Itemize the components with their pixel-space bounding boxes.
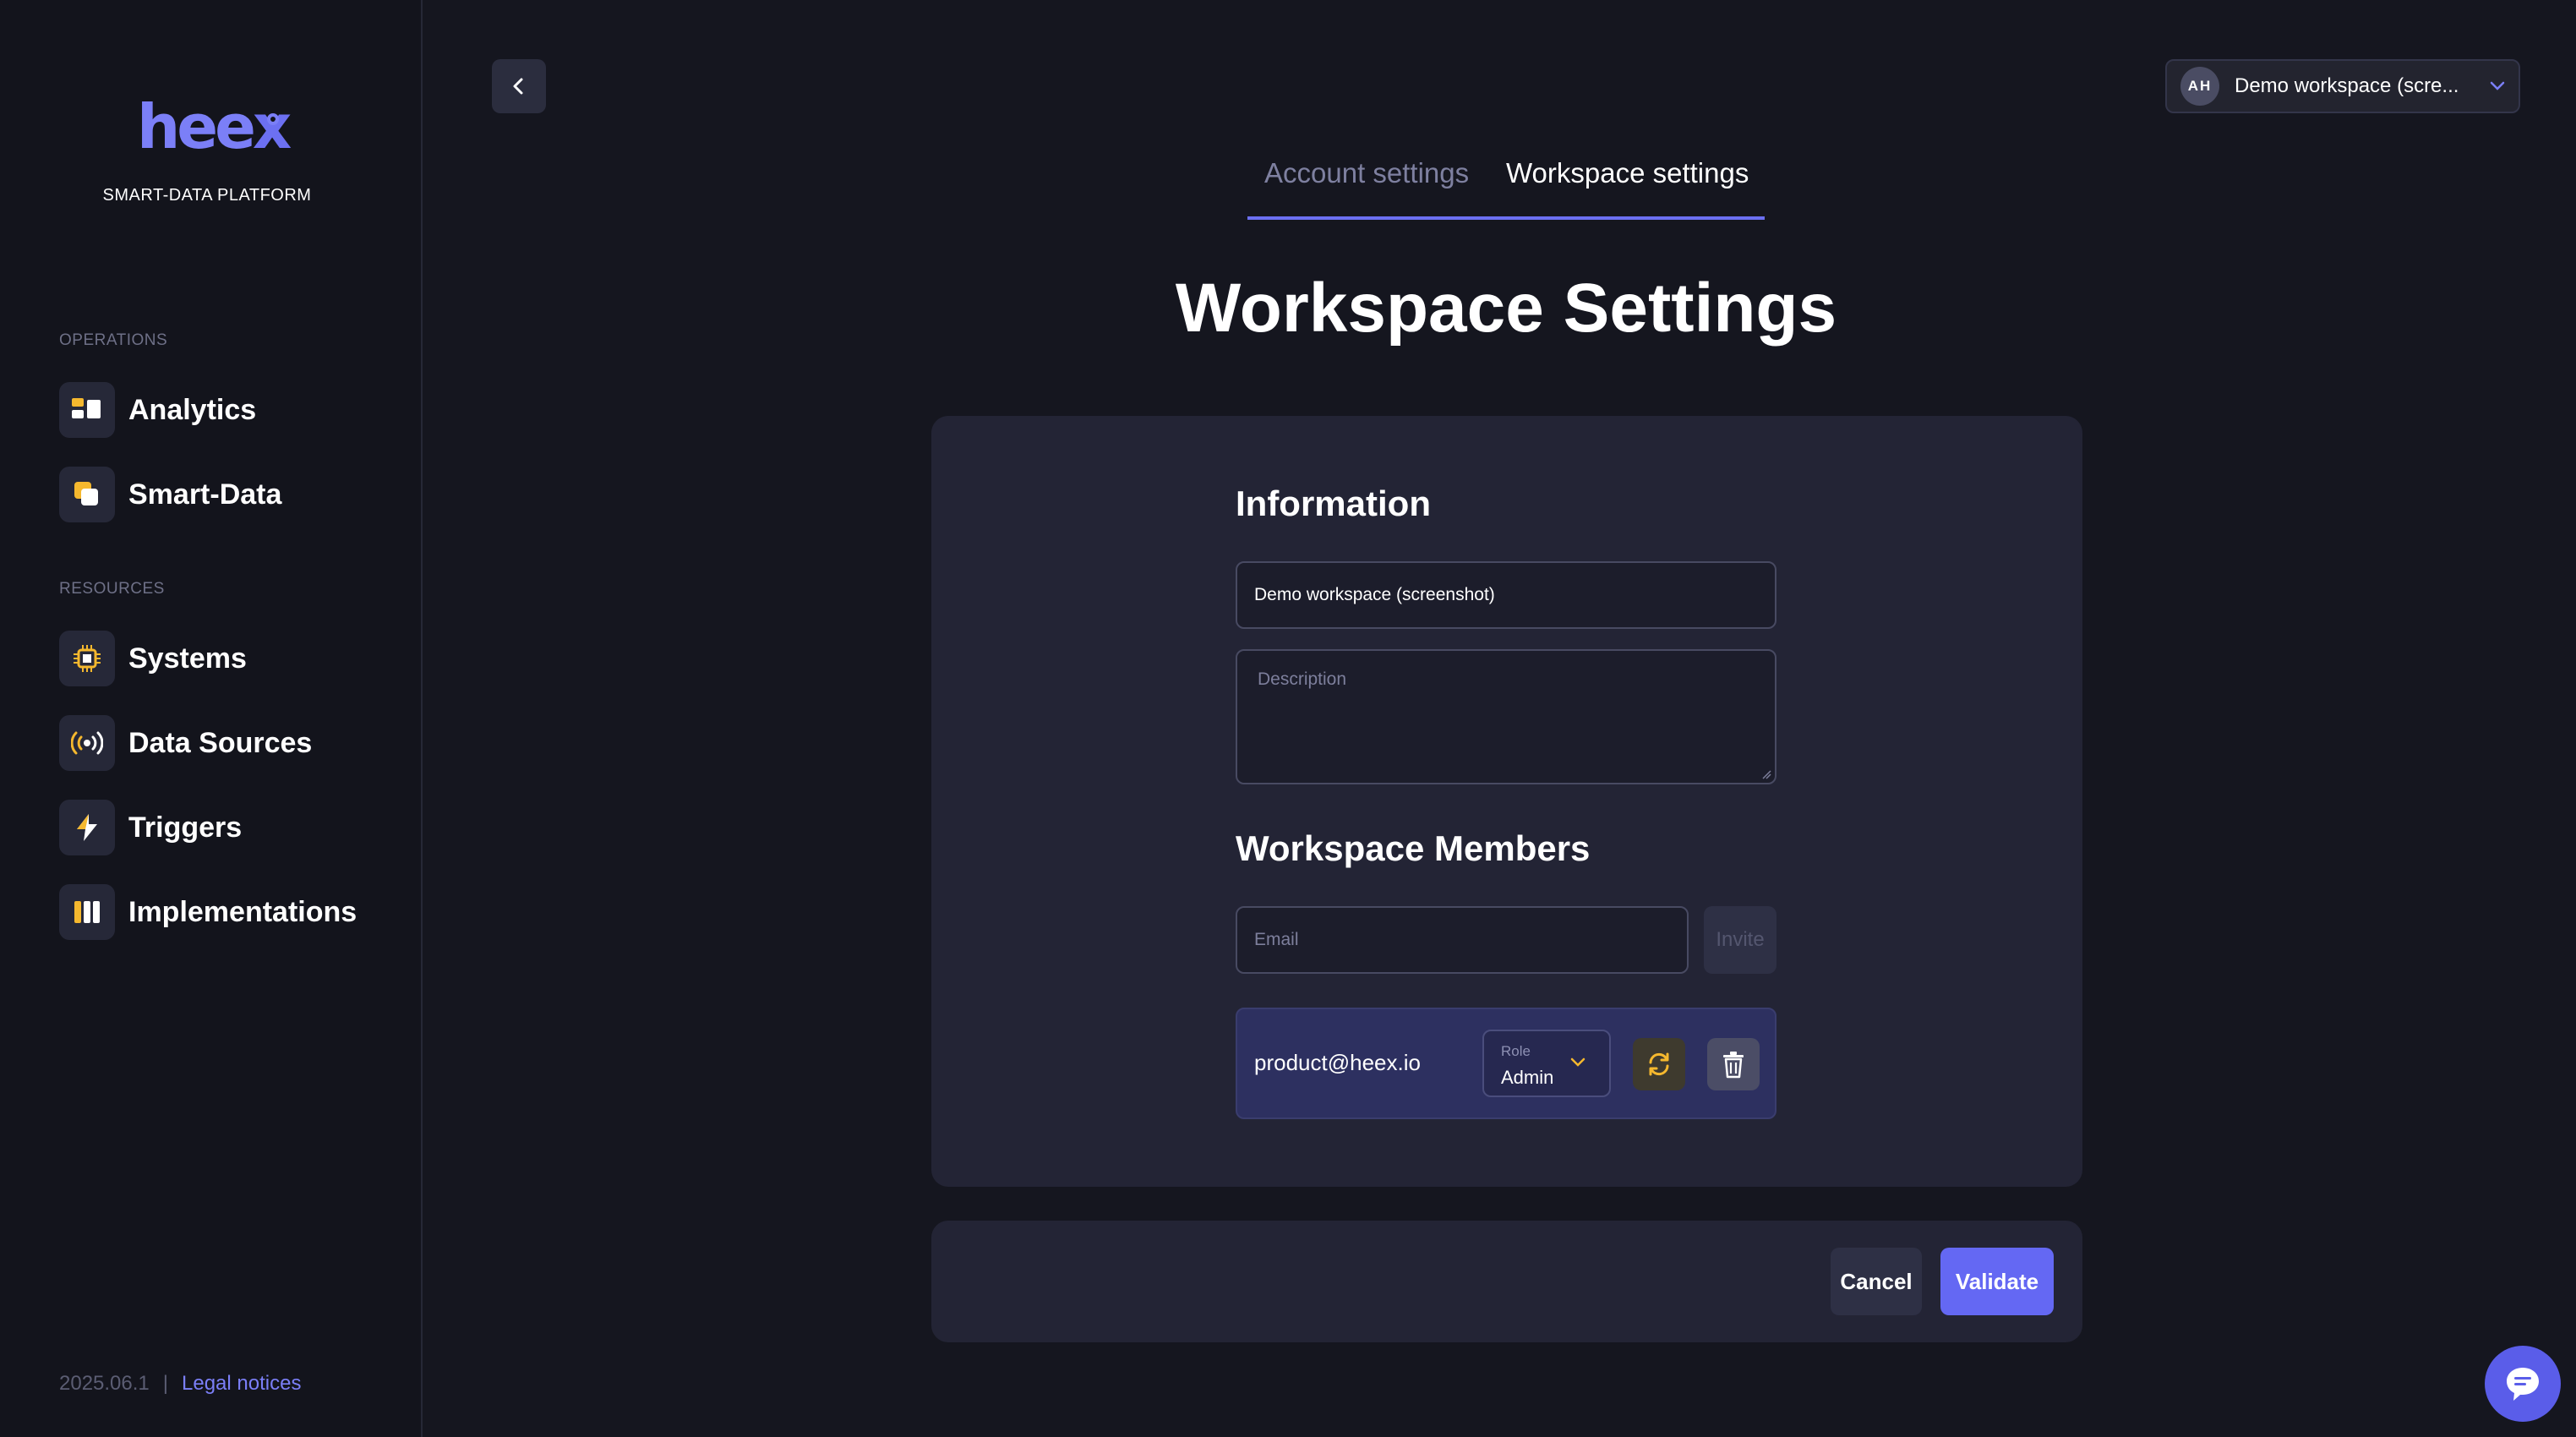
role-select[interactable]: Role Admin [1482, 1030, 1611, 1097]
workspace-settings-card: Information Demo workspace (screenshot) … [931, 416, 2082, 1187]
validate-button[interactable]: Validate [1940, 1248, 2054, 1315]
chevron-down-icon [2490, 81, 2505, 90]
settings-tabs: Account settings Workspace settings [1247, 157, 1765, 220]
member-row: product@heex.io Role Admin [1236, 1008, 1776, 1119]
sidebar-item-smart-data[interactable]: Smart-Data [59, 467, 281, 522]
tab-account-settings[interactable]: Account settings [1264, 157, 1469, 189]
sidebar-item-label: Analytics [128, 393, 257, 426]
workspace-members-title: Workspace Members [1236, 828, 1591, 868]
workspace-name-value: Demo workspace (screenshot) [1254, 585, 1495, 604]
information-title: Information [1236, 484, 1431, 523]
resize-grip-icon[interactable] [1761, 769, 1771, 779]
page-title: Workspace Settings [1175, 270, 1837, 347]
action-bar: Cancel Validate [931, 1221, 2082, 1342]
logo-dot [267, 113, 279, 125]
sidebar-item-label: Data Sources [128, 726, 313, 759]
sidebar-item-systems[interactable]: Systems [59, 631, 247, 686]
cancel-button[interactable]: Cancel [1831, 1248, 1922, 1315]
refresh-member-button[interactable] [1633, 1038, 1685, 1090]
smart-data-icon [59, 467, 115, 522]
chip-icon [59, 631, 115, 686]
trash-icon [1723, 1052, 1744, 1079]
footer-separator: | [162, 1372, 169, 1395]
member-email: product@heex.io [1254, 1050, 1421, 1075]
invite-button[interactable]: Invite [1704, 906, 1776, 974]
delete-member-button[interactable] [1707, 1038, 1760, 1090]
workspace-select-value: Demo workspace (scre... [2235, 74, 2459, 97]
support-chat-button[interactable] [2485, 1346, 2561, 1422]
refresh-icon [1649, 1052, 1669, 1076]
sidebar-item-label: Implementations [128, 895, 357, 928]
app-version: 2025.06.1 [59, 1372, 150, 1395]
platform-tagline: SMART-DATA PLATFORM [102, 186, 312, 205]
sidebar-item-label: Smart-Data [128, 478, 282, 511]
workspace-select[interactable]: AH Demo workspace (scre... [2165, 59, 2520, 113]
section-label-resources: RESOURCES [59, 580, 165, 598]
back-button[interactable] [492, 59, 546, 113]
chat-icon [2507, 1368, 2539, 1401]
role-select-label: Role [1501, 1043, 1531, 1059]
sidebar-item-implementations[interactable]: Implementations [59, 884, 357, 940]
sidebar-item-data-sources[interactable]: Data Sources [59, 715, 312, 771]
lightning-icon [59, 800, 115, 855]
columns-icon [59, 884, 115, 940]
sidebar-item-label: Systems [128, 642, 247, 675]
chevron-down-icon [1570, 1057, 1585, 1067]
email-placeholder: Email [1254, 930, 1299, 949]
heex-logo[interactable]: heex [137, 91, 292, 162]
tab-workspace-settings[interactable]: Workspace settings [1506, 157, 1749, 189]
app-root: heex SMART-DATA PLATFORM OPERATIONS Anal… [0, 0, 2576, 1437]
sidebar-item-analytics[interactable]: Analytics [59, 382, 256, 438]
sidebar-item-label: Triggers [128, 811, 243, 844]
sidebar-footer: 2025.06.1 | Legal notices [59, 1372, 301, 1396]
chevron-left-icon [513, 78, 523, 95]
sidebar: heex SMART-DATA PLATFORM OPERATIONS Anal… [0, 0, 423, 1437]
invite-email-input[interactable]: Email [1236, 906, 1689, 974]
avatar: AH [2180, 67, 2219, 106]
broadcast-icon [59, 715, 115, 771]
description-textarea[interactable]: Description [1236, 649, 1776, 784]
legal-notices-link[interactable]: Legal notices [182, 1372, 301, 1396]
sidebar-item-triggers[interactable]: Triggers [59, 800, 242, 855]
workspace-name-input[interactable]: Demo workspace (screenshot) [1236, 561, 1776, 629]
analytics-icon [59, 382, 115, 438]
description-placeholder: Description [1258, 669, 1347, 689]
role-select-value: Admin [1501, 1067, 1554, 1088]
